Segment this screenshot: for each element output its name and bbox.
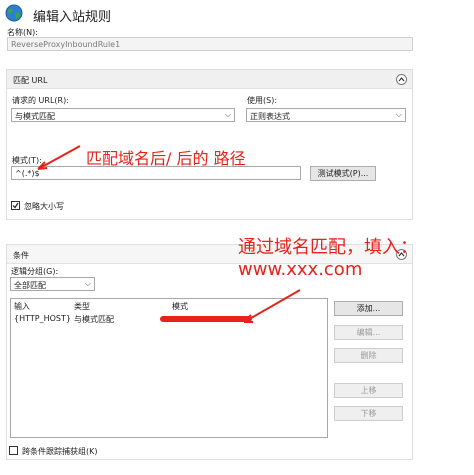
track-groups-checkbox[interactable] — [9, 446, 18, 455]
ignore-case-label: 忽略大小写 — [24, 202, 64, 211]
chevron-down-icon: ⌵ — [84, 279, 91, 288]
window-title: 编辑入站规则 — [33, 10, 112, 25]
edit-button[interactable]: 编辑... — [334, 325, 403, 340]
test-pattern-button[interactable]: 测试模式(P)... — [310, 166, 376, 181]
using-label: 使用(S): — [247, 96, 278, 105]
match-url-header[interactable]: 匹配 URL — [7, 70, 412, 89]
move-down-button[interactable]: 下移 — [334, 406, 403, 421]
match-url-header-label: 匹配 URL — [13, 76, 48, 85]
column-header-pattern[interactable]: 模式 — [172, 301, 188, 312]
conditions-annotation-line1: 通过域名匹配，填入： — [238, 237, 418, 258]
add-button[interactable]: 添加... — [334, 301, 403, 316]
using-dropdown[interactable]: 正则表达式 ⌵ — [246, 108, 406, 122]
conditions-header-label: 条件 — [13, 251, 29, 260]
chevron-up-icon[interactable] — [396, 74, 407, 85]
track-groups-label: 跨条件跟踪捕获组(K) — [22, 447, 98, 456]
ignore-case-checkbox[interactable] — [11, 201, 20, 210]
name-field[interactable]: ReverseProxyInboundRule1 — [7, 37, 413, 51]
move-up-button[interactable]: 上移 — [334, 383, 403, 398]
pattern-label: 模式(T): — [12, 156, 42, 165]
using-value: 正则表达式 — [250, 112, 290, 121]
delete-button[interactable]: 删除 — [334, 348, 403, 363]
row-type-cell: 与模式匹配 — [74, 315, 114, 324]
chevron-down-icon: ⌵ — [224, 110, 231, 119]
column-header-type[interactable]: 类型 — [74, 301, 90, 312]
conditions-table: 输入 类型 模式 {HTTP_HOST} 与模式匹配 — [10, 298, 328, 438]
conditions-annotation-line2: www.xxx.com — [238, 259, 363, 280]
row-input-cell: {HTTP_HOST} — [14, 314, 71, 323]
redacted-pattern-cell — [160, 316, 252, 322]
grouping-label: 逻辑分组(G): — [11, 267, 59, 276]
requested-url-value: 与模式匹配 — [15, 112, 55, 121]
chevron-down-icon: ⌵ — [395, 110, 402, 119]
grouping-dropdown[interactable]: 全部匹配 ⌵ — [10, 277, 95, 291]
requested-url-label: 请求的 URL(R): — [12, 96, 69, 105]
column-header-input[interactable]: 输入 — [14, 301, 30, 312]
requested-url-dropdown[interactable]: 与模式匹配 ⌵ — [11, 108, 235, 122]
pattern-annotation: 匹配域名后/ 后的 路径 — [86, 149, 246, 168]
table-row[interactable]: {HTTP_HOST} 与模式匹配 — [12, 312, 326, 325]
globe-icon — [5, 4, 23, 22]
grouping-value: 全部匹配 — [14, 281, 46, 290]
